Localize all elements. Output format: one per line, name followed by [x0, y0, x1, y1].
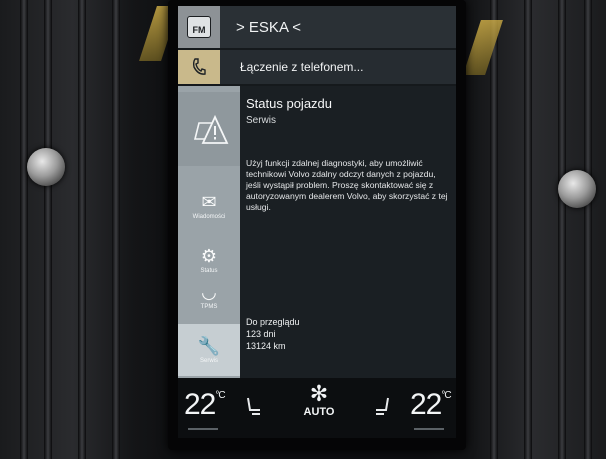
- air-vent-slat: [78, 0, 86, 459]
- vent-knob-right[interactable]: [558, 170, 596, 208]
- tire-icon: ◡: [201, 281, 217, 302]
- right-temp-indicator: [414, 428, 444, 430]
- air-vent-slat: [112, 0, 120, 459]
- climate-bar: 22°C ✻ AUTO 22°C: [178, 378, 456, 438]
- message-icon: ✉: [201, 191, 217, 212]
- wrench-icon: 🔧: [197, 335, 221, 356]
- left-temperature[interactable]: 22°C: [184, 388, 226, 422]
- air-vent-slat: [44, 0, 52, 459]
- fm-badge: FM: [187, 16, 211, 38]
- sidebar-item-label: TPMS: [200, 303, 218, 310]
- radio-station-label: > ESKA <: [236, 18, 302, 36]
- air-vent-slat: [490, 0, 498, 459]
- service-due-label: Do przeglądu: [246, 317, 300, 327]
- left-temp-indicator: [188, 428, 218, 430]
- air-vent-slat: [558, 0, 566, 459]
- sidebar-item-tpms[interactable]: ◡ TPMS: [178, 270, 240, 322]
- air-vent-slat: [584, 0, 592, 459]
- left-temp-value: 22: [184, 388, 216, 421]
- sidebar-item-service[interactable]: 🔧 Serwis: [178, 324, 240, 376]
- radio-icon: FM: [178, 6, 220, 48]
- air-vent-slat: [524, 0, 532, 459]
- service-due-info: Do przeglądu 123 dni 13124 km: [246, 316, 300, 352]
- fan-auto-icon: ✻: [309, 381, 329, 406]
- fan-auto-button[interactable]: ✻ AUTO: [296, 381, 342, 419]
- phone-status-label: Łączenie z telefonem...: [240, 60, 364, 74]
- seat-heat-left-icon[interactable]: [244, 396, 262, 422]
- service-due-days: 123 dni: [246, 329, 276, 339]
- right-temp-value: 22: [410, 388, 442, 421]
- radio-tile[interactable]: FM > ESKA <: [178, 6, 456, 48]
- air-vent-slat: [20, 0, 28, 459]
- temp-unit: °C: [215, 390, 225, 401]
- infotainment-screen: FM > ESKA < Łączenie z telefonem... ✉ Wi…: [178, 6, 456, 438]
- phone-icon: [178, 50, 220, 84]
- phone-tile[interactable]: Łączenie z telefonem...: [178, 50, 456, 84]
- sidebar-item-label: Serwis: [199, 357, 218, 364]
- car-warning-icon: [178, 92, 240, 166]
- temp-unit: °C: [441, 390, 451, 401]
- page-title: Status pojazdu: [246, 96, 333, 111]
- seat-heat-right-icon[interactable]: [374, 396, 392, 422]
- fan-auto-label: AUTO: [303, 406, 335, 418]
- status-sidebar: ✉ Wiadomości ⚙ Status ◡ TPMS 🔧 Serwis: [178, 86, 240, 378]
- car-status-icon: ⚙: [200, 245, 218, 266]
- sidebar-item-label: Wiadomości: [192, 213, 226, 220]
- sidebar-item-messages[interactable]: ✉ Wiadomości: [178, 180, 240, 232]
- service-due-km: 13124 km: [246, 341, 286, 351]
- status-content: Status pojazdu Serwis Użyj funkcji zdaln…: [246, 86, 450, 378]
- vent-knob-left[interactable]: [27, 148, 65, 186]
- right-temperature[interactable]: 22°C: [410, 388, 452, 422]
- car-status-panel: ✉ Wiadomości ⚙ Status ◡ TPMS 🔧 Serwis St…: [178, 86, 456, 378]
- page-subtitle: Serwis: [246, 115, 277, 126]
- service-description: Użyj funkcji zdalnej diagnostyki, aby um…: [246, 158, 448, 212]
